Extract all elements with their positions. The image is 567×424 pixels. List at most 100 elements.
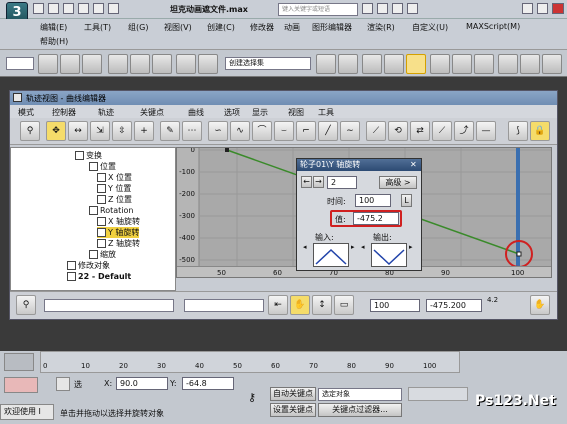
checkbox-icon[interactable] bbox=[89, 250, 98, 259]
cw-menu-tracks[interactable]: 轨迹 bbox=[98, 107, 114, 118]
mirror-icon[interactable] bbox=[316, 54, 336, 74]
menu-help[interactable]: 帮助(H) bbox=[40, 36, 68, 47]
out-prev-tangent-icon[interactable]: ◂ bbox=[361, 243, 369, 267]
undo-icon[interactable] bbox=[78, 3, 89, 14]
close-icon[interactable] bbox=[552, 3, 564, 14]
hand-icon[interactable]: ✋ bbox=[530, 295, 550, 315]
timeline-ruler[interactable]: 0 10 20 30 40 50 60 70 80 90 100 bbox=[40, 351, 460, 373]
key-1[interactable] bbox=[225, 148, 229, 152]
tree-item-z-rotation[interactable]: Z 轴旋转 bbox=[97, 238, 140, 249]
add-keys-icon[interactable]: + bbox=[134, 121, 154, 141]
checkbox-icon[interactable] bbox=[89, 162, 98, 171]
menu-maxscript[interactable]: MAXScript(M) bbox=[466, 22, 520, 31]
menu-view[interactable]: 视图(V) bbox=[164, 22, 192, 33]
help-icon[interactable] bbox=[377, 3, 388, 14]
menu-tools[interactable]: 工具(T) bbox=[84, 22, 111, 33]
prev-key-icon[interactable]: ← bbox=[301, 176, 312, 188]
tangent-custom-icon[interactable]: ∿ bbox=[230, 121, 250, 141]
key-2[interactable] bbox=[516, 251, 522, 257]
zoom-region-icon[interactable]: ▭ bbox=[334, 295, 354, 315]
next-key-icon[interactable]: → bbox=[313, 176, 324, 188]
out-next-tangent-icon[interactable]: ▸ bbox=[409, 243, 417, 267]
maximize-icon[interactable] bbox=[537, 3, 548, 14]
tree-item-position[interactable]: 位置 bbox=[89, 161, 116, 172]
tangent-fast-icon[interactable]: ⌒ bbox=[252, 121, 272, 141]
value-field[interactable]: -475.200 bbox=[426, 299, 482, 312]
menu-graph-editors[interactable]: 图形编辑器 bbox=[312, 22, 352, 33]
menu-animation[interactable]: 动画 bbox=[284, 22, 300, 33]
tree-item-x-rotation[interactable]: X 轴旋转 bbox=[97, 216, 140, 227]
select-by-name-icon[interactable] bbox=[130, 54, 150, 74]
schematic-icon[interactable] bbox=[406, 54, 426, 74]
key-filters-button[interactable]: 关键点过滤器... bbox=[318, 403, 402, 417]
cw-menu-controller[interactable]: 控制器 bbox=[52, 107, 76, 118]
frame-icon[interactable]: ⇤ bbox=[268, 295, 288, 315]
checkbox-icon[interactable] bbox=[97, 239, 106, 248]
zoom-selected-icon[interactable]: ⚲ bbox=[16, 295, 36, 315]
checkbox-icon[interactable] bbox=[67, 272, 76, 281]
link-icon[interactable] bbox=[38, 54, 58, 74]
in-next-tangent-icon[interactable]: ▸ bbox=[351, 243, 359, 267]
tree-item-scale[interactable]: 缩放 bbox=[89, 249, 116, 260]
time-config-icon[interactable] bbox=[4, 353, 34, 371]
render-frame-icon[interactable] bbox=[474, 54, 494, 74]
tree-item-transform[interactable]: 变换 bbox=[75, 150, 102, 161]
undo-dropdown[interactable] bbox=[6, 57, 34, 70]
project-icon[interactable] bbox=[108, 3, 119, 14]
lock-tangents-icon[interactable]: 🔒 bbox=[530, 121, 550, 141]
checkbox-icon[interactable] bbox=[97, 173, 106, 182]
new-icon[interactable] bbox=[33, 3, 44, 14]
material-icon[interactable] bbox=[430, 54, 450, 74]
frame-field[interactable]: 100 bbox=[370, 299, 420, 312]
tree-item-x-position[interactable]: X 位置 bbox=[97, 172, 132, 183]
named-selection-set[interactable]: 创建选择集 bbox=[225, 57, 311, 70]
rotate-icon[interactable] bbox=[198, 54, 218, 74]
redo-icon[interactable] bbox=[93, 3, 104, 14]
tree-item-y-rotation[interactable]: Y 轴旋转 bbox=[97, 227, 140, 238]
menu-edit[interactable]: 编辑(E) bbox=[40, 22, 67, 33]
tree-item-z-position[interactable]: Z 位置 bbox=[97, 194, 132, 205]
render-icon[interactable] bbox=[498, 54, 518, 74]
rect-select-icon[interactable] bbox=[152, 54, 172, 74]
set-key-button[interactable]: 设置关键点 bbox=[270, 403, 316, 417]
search-icon[interactable] bbox=[362, 3, 373, 14]
cw-menu-display[interactable]: 显示 bbox=[252, 107, 268, 118]
time-field[interactable]: 100 bbox=[355, 194, 391, 207]
x-coordinate-field[interactable]: 90.0 bbox=[116, 377, 168, 390]
auto-key-button[interactable]: 自动关键点 bbox=[270, 387, 316, 401]
current-frame-line[interactable] bbox=[516, 148, 520, 278]
unlink-icon[interactable] bbox=[60, 54, 80, 74]
star-icon[interactable] bbox=[392, 3, 403, 14]
checkbox-icon[interactable] bbox=[97, 217, 106, 226]
param-out-of-range-icon[interactable]: ⟋ bbox=[366, 121, 386, 141]
move-keys-icon[interactable]: ✥ bbox=[46, 121, 66, 141]
track-name-field[interactable] bbox=[44, 299, 174, 312]
key-stats-dropdown[interactable] bbox=[184, 299, 264, 312]
menu-customize[interactable]: 自定义(U) bbox=[412, 22, 448, 33]
move-icon[interactable] bbox=[176, 54, 196, 74]
relative-repeat-icon[interactable]: ⤴ bbox=[454, 121, 474, 141]
menu-rendering[interactable]: 渲染(R) bbox=[367, 22, 395, 33]
key-number-field[interactable]: 2 bbox=[327, 176, 357, 189]
teapot-icon[interactable] bbox=[520, 54, 540, 74]
tangent-smooth-icon[interactable]: ∼ bbox=[340, 121, 360, 141]
tangent-slow-icon[interactable]: ⌣ bbox=[274, 121, 294, 141]
tangent-linear-icon[interactable]: ╱ bbox=[318, 121, 338, 141]
lock-button[interactable]: L bbox=[401, 194, 412, 207]
select-object-icon[interactable] bbox=[108, 54, 128, 74]
tangent-auto-icon[interactable]: ∽ bbox=[208, 121, 228, 141]
pan-icon[interactable]: ✋ bbox=[290, 295, 310, 315]
cw-menu-curves[interactable]: 曲线 bbox=[188, 107, 204, 118]
zoom-value-icon[interactable]: ↕ bbox=[312, 295, 332, 315]
info-icon[interactable] bbox=[407, 3, 418, 14]
tree-item-y-position[interactable]: Y 位置 bbox=[97, 183, 131, 194]
checkbox-icon[interactable] bbox=[97, 228, 106, 237]
minimize-icon[interactable] bbox=[522, 3, 533, 14]
selected-object-dropdown[interactable]: 选定对象 bbox=[318, 388, 402, 401]
checkbox-icon[interactable] bbox=[89, 206, 98, 215]
checkbox-icon[interactable] bbox=[67, 261, 76, 270]
checkbox-icon[interactable] bbox=[97, 195, 106, 204]
align-icon[interactable] bbox=[338, 54, 358, 74]
checkbox-icon[interactable] bbox=[97, 184, 106, 193]
ping-pong-icon[interactable]: ⇄ bbox=[410, 121, 430, 141]
